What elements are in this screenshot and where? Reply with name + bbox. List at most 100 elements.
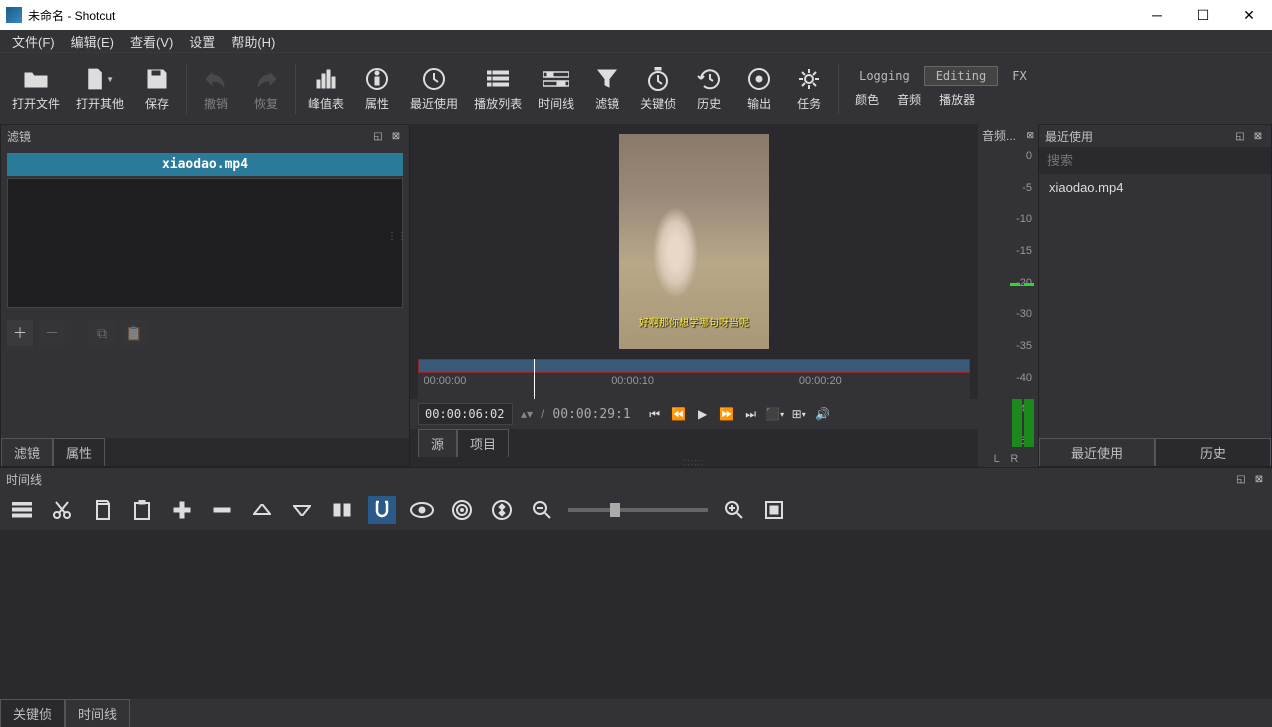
save-icon: [143, 65, 171, 93]
snap-button[interactable]: [368, 496, 396, 524]
panel-close-icon[interactable]: ⊠: [389, 129, 403, 143]
audio-tab-button[interactable]: 音频: [889, 88, 929, 111]
channel-labels: L R: [978, 451, 1038, 467]
copy-button[interactable]: [88, 496, 116, 524]
copy-filter-button[interactable]: ⧉: [89, 320, 115, 346]
paste-filter-button[interactable]: 📋: [121, 320, 147, 346]
zoom-slider[interactable]: [568, 508, 708, 512]
folder-open-icon: [22, 65, 50, 93]
color-tab-button[interactable]: 颜色: [847, 88, 887, 111]
recent-tab[interactable]: 最近使用: [1039, 438, 1155, 466]
drag-handle-icon[interactable]: ::::::: [410, 457, 978, 467]
open-other-button[interactable]: ▼ 打开其他: [68, 57, 132, 121]
cut-button[interactable]: [48, 496, 76, 524]
window-title: 未命名 - Shotcut: [28, 7, 1134, 24]
logging-mode-button[interactable]: Logging: [847, 66, 922, 86]
volume-button[interactable]: 🔊: [815, 406, 831, 422]
remove-filter-button[interactable]: －: [39, 320, 65, 346]
fast-forward-button[interactable]: ⏩: [719, 406, 735, 422]
menu-edit[interactable]: 编辑(E): [63, 30, 122, 52]
timeline-tab[interactable]: 时间线: [65, 699, 130, 727]
paste-button[interactable]: [128, 496, 156, 524]
panel-undock-icon[interactable]: ◱: [1233, 129, 1247, 143]
save-button[interactable]: 保存: [132, 57, 182, 121]
redo-button[interactable]: 恢复: [241, 57, 291, 121]
drag-handle-icon[interactable]: ⋮⋮: [387, 231, 407, 242]
source-tab[interactable]: 源: [418, 429, 457, 457]
history-tab[interactable]: 历史: [1155, 438, 1271, 466]
peak-meter-button[interactable]: 峰值表: [300, 57, 352, 121]
filter-source-item[interactable]: xiaodao.mp4: [7, 153, 403, 176]
panel-close-icon[interactable]: ⊠: [1251, 129, 1265, 143]
video-subtitle: 好啊那你想学哪句呀当呢: [619, 314, 769, 329]
fx-mode-button[interactable]: FX: [1000, 66, 1038, 86]
rewind-button[interactable]: ⏪: [671, 406, 687, 422]
panel-undock-icon[interactable]: ◱: [371, 129, 385, 143]
filters-tab[interactable]: 滤镜: [1, 438, 53, 466]
undo-icon: [202, 65, 230, 93]
list-icon: [484, 65, 512, 93]
panel-close-icon[interactable]: ⊠: [1026, 130, 1034, 141]
history-button[interactable]: 历史: [684, 57, 734, 121]
undo-button[interactable]: 撤销: [191, 57, 241, 121]
video-preview[interactable]: 好啊那你想学哪句呀当呢: [619, 134, 769, 349]
timeline-button[interactable]: 时间线: [530, 57, 582, 121]
properties-button[interactable]: 属性: [352, 57, 402, 121]
overwrite-button[interactable]: [288, 496, 316, 524]
recent-button[interactable]: 最近使用: [402, 57, 466, 121]
clock-icon: [420, 65, 448, 93]
filters-button[interactable]: 滤镜: [582, 57, 632, 121]
keyframes-tab[interactable]: 关键侦: [0, 699, 65, 727]
menu-file[interactable]: 文件(F): [4, 30, 63, 52]
zoom-fit-button[interactable]: ⬛▾: [767, 406, 783, 422]
gear-icon: [795, 65, 823, 93]
stopwatch-icon: [644, 65, 672, 93]
timeline-tracks-area[interactable]: [0, 530, 1272, 699]
timeline-menu-button[interactable]: [8, 496, 36, 524]
jobs-button[interactable]: 任务: [784, 57, 834, 121]
zoom-out-button[interactable]: [528, 496, 556, 524]
recent-file-item[interactable]: xiaodao.mp4: [1039, 174, 1271, 201]
lift-button[interactable]: [248, 496, 276, 524]
keyframes-button[interactable]: 关键侦: [632, 57, 684, 121]
skip-start-button[interactable]: ⏮: [647, 406, 663, 422]
editing-mode-button[interactable]: Editing: [924, 66, 999, 86]
minimize-button[interactable]: ─: [1134, 0, 1180, 30]
add-filter-button[interactable]: ＋: [7, 320, 33, 346]
menu-settings[interactable]: 设置: [181, 30, 223, 52]
play-button[interactable]: ▶: [695, 406, 711, 422]
ripple-all-button[interactable]: [488, 496, 516, 524]
search-input[interactable]: [1039, 147, 1271, 174]
timeline-panel: 时间线 ◱ ⊠ 关键侦 时间线: [0, 467, 1272, 727]
zoom-fit-button[interactable]: [760, 496, 788, 524]
open-file-button[interactable]: 打开文件: [4, 57, 68, 121]
skip-end-button[interactable]: ⏭: [743, 406, 759, 422]
panel-undock-icon[interactable]: ◱: [1234, 472, 1248, 486]
playlist-button[interactable]: 播放列表: [466, 57, 530, 121]
player-tab-button[interactable]: 播放器: [931, 88, 983, 111]
maximize-button[interactable]: ☐: [1180, 0, 1226, 30]
disc-icon: [745, 65, 773, 93]
menu-view[interactable]: 查看(V): [122, 30, 181, 52]
menubar: 文件(F) 编辑(E) 查看(V) 设置 帮助(H): [0, 30, 1272, 52]
history-icon: [695, 65, 723, 93]
zoom-in-button[interactable]: [720, 496, 748, 524]
audio-meter-title: 音频...: [982, 127, 1016, 144]
player-scrubber[interactable]: 00:00:00 00:00:10 00:00:20: [418, 359, 970, 399]
append-button[interactable]: [168, 496, 196, 524]
project-tab[interactable]: 项目: [457, 429, 509, 457]
filters-panel: 滤镜 ◱ ⊠ xiaodao.mp4 ⋮⋮ ＋ － ⧉ 📋 滤镜 属性: [0, 124, 410, 467]
split-button[interactable]: [328, 496, 356, 524]
export-button[interactable]: 输出: [734, 57, 784, 121]
panel-close-icon[interactable]: ⊠: [1252, 472, 1266, 486]
current-time-input[interactable]: [418, 403, 513, 425]
grid-button[interactable]: ⊞▾: [791, 406, 807, 422]
menu-help[interactable]: 帮助(H): [223, 30, 283, 52]
properties-tab[interactable]: 属性: [53, 438, 105, 466]
scrub-button[interactable]: [408, 496, 436, 524]
ripple-button[interactable]: [448, 496, 476, 524]
remove-button[interactable]: [208, 496, 236, 524]
close-button[interactable]: ✕: [1226, 0, 1272, 30]
funnel-icon: [593, 65, 621, 93]
filters-panel-title: 滤镜: [7, 128, 31, 145]
